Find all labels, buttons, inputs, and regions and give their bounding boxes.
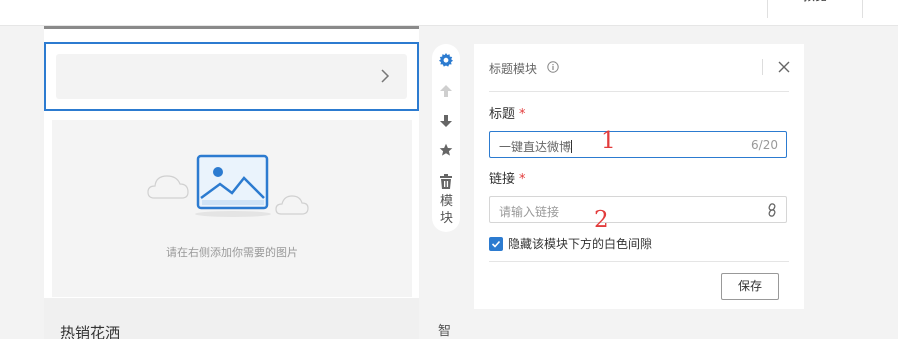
image-placeholder-caption: 请在右侧添加你需要的图片 <box>166 246 298 259</box>
hide-gap-checkbox[interactable] <box>489 236 503 251</box>
hide-gap-option[interactable]: 隐藏该模块下方的白色间隙 <box>489 235 652 252</box>
gear-icon[interactable] <box>437 51 455 69</box>
link-label-text: 链接 <box>489 172 516 187</box>
title-input-value: 一键直达微博 <box>499 140 572 154</box>
chevron-right-icon <box>381 69 390 83</box>
star-icon[interactable] <box>437 141 455 159</box>
panel-title: 标题模块 <box>489 62 538 76</box>
text-cursor <box>571 140 573 153</box>
panel-footer-rule <box>489 261 789 262</box>
link-input-placeholder: 请输入链接 <box>499 205 560 219</box>
image-placeholder[interactable]: 请在右侧添加你需要的图片 <box>52 120 412 297</box>
title-input[interactable]: 一键直达微博 6/20 <box>489 131 787 158</box>
toolbar-side-char-2: 块 <box>440 211 454 226</box>
close-icon[interactable] <box>776 59 792 75</box>
save-button[interactable]: 保存 <box>721 273 779 300</box>
top-bar: 预览 <box>0 0 898 26</box>
panel-header-rule <box>489 91 789 92</box>
preview-top-divider <box>44 26 419 29</box>
section-title: 热销花洒 <box>60 324 121 339</box>
preview-tab-label: 预览 <box>803 0 827 3</box>
link-required-mark: * <box>519 172 526 187</box>
selected-title-module[interactable] <box>44 42 419 111</box>
arrow-up-icon[interactable] <box>437 82 455 100</box>
hide-gap-label: 隐藏该模块下方的白色间隙 <box>508 237 653 251</box>
title-label-text: 标题 <box>489 107 516 122</box>
title-field-label: 标题 * <box>489 103 526 122</box>
annotation-number-2: 2 <box>594 207 609 233</box>
preview-tab[interactable]: 预览 <box>767 0 863 18</box>
mobile-preview: 请在右侧添加你需要的图片 热销花洒 <box>44 26 419 339</box>
title-module-bar[interactable] <box>56 54 407 99</box>
checkmark-icon <box>491 240 501 248</box>
link-field-label: 链接 * <box>489 168 526 187</box>
module-settings-panel: 标题模块 标题 * 一键直达微博 6/20 链接 * 请输入链接 隐藏该模块下方的白… <box>474 44 804 309</box>
annotation-number-1: 1 <box>601 128 616 154</box>
title-char-counter: 6/20 <box>751 138 778 152</box>
module-toolbar: 模 块 <box>432 44 460 232</box>
image-placeholder-icon <box>147 154 309 217</box>
toolbar-below-char: 智 <box>438 324 452 339</box>
info-icon[interactable] <box>547 61 559 73</box>
arrow-down-icon[interactable] <box>437 112 455 130</box>
header-divider <box>762 59 763 75</box>
title-required-mark: * <box>519 107 526 122</box>
title-input-value-wrap: 一键直达微博 <box>499 138 573 155</box>
link-input[interactable]: 请输入链接 <box>489 196 787 223</box>
trash-icon[interactable] <box>437 173 455 191</box>
link-icon[interactable] <box>766 203 778 217</box>
